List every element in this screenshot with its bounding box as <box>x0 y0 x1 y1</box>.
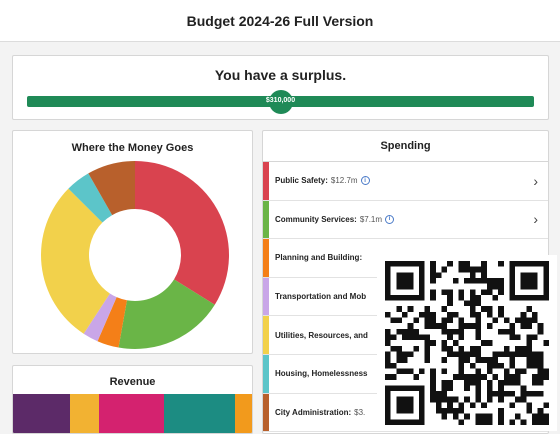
surplus-title: You have a surplus. <box>214 67 347 83</box>
spending-item-label: Planning and Building: <box>275 253 363 263</box>
qr-code <box>385 261 549 425</box>
category-color-stripe <box>263 354 269 393</box>
revenue-segment[interactable] <box>99 394 164 433</box>
revenue-segment[interactable] <box>70 394 100 433</box>
donut-chart[interactable] <box>39 159 231 351</box>
category-color-stripe <box>263 239 269 277</box>
spending-item-amount: $7.1m <box>359 214 383 224</box>
spending-item-label: City Administration: <box>275 407 352 417</box>
page-title: Budget 2024-26 Full Version <box>186 12 374 29</box>
donut-slice-public-safety[interactable] <box>135 161 229 305</box>
spending-item-amount: $12.7m <box>330 176 358 186</box>
revenue-panel: Revenue <box>12 365 253 434</box>
category-color-stripe <box>263 316 269 354</box>
info-icon[interactable]: i <box>385 214 395 224</box>
category-color-stripe <box>263 393 269 432</box>
category-color-stripe <box>263 162 269 200</box>
spending-item-label: Public Safety: <box>275 176 328 186</box>
revenue-segment[interactable] <box>235 394 252 433</box>
money-panel: Where the Money Goes <box>12 130 253 354</box>
revenue-title: Revenue <box>109 376 156 388</box>
spending-title: Spending <box>263 131 548 162</box>
revenue-bar[interactable] <box>13 394 252 433</box>
spending-item-label: Community Services: <box>275 214 357 224</box>
revenue-segment[interactable] <box>13 394 71 433</box>
spending-item-public-safety[interactable]: Public Safety: $12.7m i › <box>263 162 548 201</box>
chevron-right-icon[interactable]: › <box>533 211 538 227</box>
category-color-stripe <box>263 200 269 239</box>
qr-code-overlay <box>377 255 557 431</box>
spending-item-label: Utilities, Resources, and <box>275 330 368 340</box>
info-icon[interactable]: i <box>360 176 370 186</box>
surplus-amount: $310,000 <box>265 97 296 104</box>
money-title: Where the Money Goes <box>71 142 194 154</box>
spending-item-community-services[interactable]: Community Services: $7.1m i › <box>263 200 548 240</box>
revenue-segment[interactable] <box>163 394 236 433</box>
surplus-panel: You have a surplus. $310,000 <box>12 55 549 120</box>
spending-item-label: Transportation and Mob <box>275 292 367 302</box>
category-color-stripe <box>263 277 269 316</box>
app-header: Budget 2024-26 Full Version <box>0 0 560 42</box>
chevron-right-icon[interactable]: › <box>533 173 538 189</box>
spending-item-amount: $3. <box>354 407 366 417</box>
spending-item-label: Housing, Homelessness <box>275 369 368 379</box>
